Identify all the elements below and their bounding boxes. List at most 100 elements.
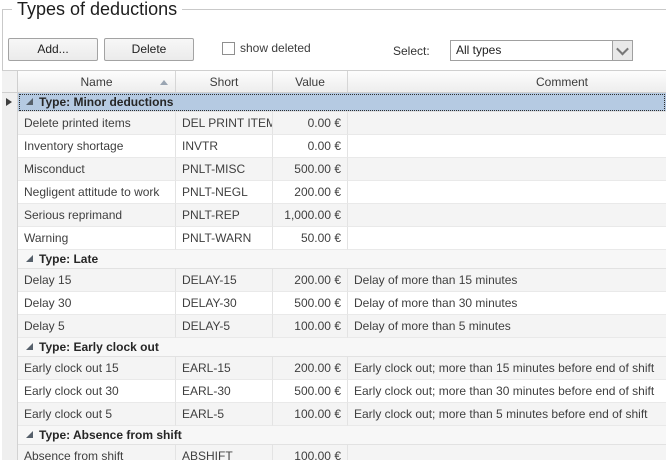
table-row[interactable]: WarningPNLT-WARN50.00 € [2,227,666,250]
column-header-value[interactable]: Value [273,71,348,92]
cell-short[interactable]: EARL-5 [176,403,273,426]
cell-short[interactable]: PNLT-NEGL [176,181,273,204]
add-button[interactable]: Add... [8,38,98,61]
cell-name[interactable]: Early clock out 5 [18,403,176,426]
cell-name[interactable]: Delay 5 [18,315,176,338]
cell-short[interactable]: DELAY-30 [176,292,273,315]
cell-value[interactable]: 100.00 € [273,445,348,460]
group-collapse-icon[interactable] [26,98,33,105]
cell-name[interactable]: Absence from shift [18,445,176,460]
group-row[interactable]: Type: Absence from shift [2,426,666,445]
cell-value[interactable]: 200.00 € [273,357,348,380]
row-indicator-cell [2,426,18,445]
delete-button[interactable]: Delete [104,38,194,61]
cell-short[interactable]: ABSHIFT [176,445,273,460]
cell-comment[interactable] [348,445,666,460]
cell-short[interactable]: INVTR [176,135,273,158]
page-title: Types of deductions [12,0,182,20]
group-label: Type: Early clock out [39,340,159,354]
row-indicator-cell [2,135,18,158]
combobox-dropdown-button[interactable] [612,41,632,60]
cell-name[interactable]: Misconduct [18,158,176,181]
row-indicator-cell [2,93,18,112]
group-collapse-icon[interactable] [26,255,33,262]
cell-value[interactable]: 200.00 € [273,269,348,292]
sort-ascending-icon [160,80,168,85]
table-row[interactable]: Delay 5DELAY-5100.00 €Delay of more than… [2,315,666,338]
group-row[interactable]: Type: Early clock out [2,338,666,357]
cell-comment[interactable] [348,227,666,250]
show-deleted-checkbox-group[interactable]: show deleted [222,41,311,55]
row-indicator-cell [2,380,18,403]
type-filter-combobox[interactable]: All types [450,40,633,61]
row-indicator-cell [2,204,18,227]
cell-comment[interactable]: Delay of more than 15 minutes [348,269,666,292]
table-row[interactable]: Early clock out 5EARL-5100.00 €Early clo… [2,403,666,426]
show-deleted-label: show deleted [240,41,311,55]
cell-value[interactable]: 50.00 € [273,227,348,250]
cell-short[interactable]: EARL-30 [176,380,273,403]
table-row[interactable]: Delay 15DELAY-15200.00 €Delay of more th… [2,269,666,292]
table-row[interactable]: Delay 30DELAY-30500.00 €Delay of more th… [2,292,666,315]
cell-comment[interactable]: Early clock out; more than 30 minutes be… [348,380,666,403]
cell-value[interactable]: 0.00 € [273,112,348,135]
cell-value[interactable]: 100.00 € [273,403,348,426]
cell-comment[interactable]: Early clock out; more than 5 minutes bef… [348,403,666,426]
cell-comment[interactable]: Early clock out; more than 15 minutes be… [348,357,666,380]
cell-comment[interactable] [348,158,666,181]
cell-comment[interactable] [348,135,666,158]
cell-name[interactable]: Negligent attitude to work [18,181,176,204]
table-row[interactable]: Serious reprimandPNLT-REP1,000.00 € [2,204,666,227]
table-row[interactable]: Absence from shiftABSHIFT100.00 € [2,445,666,460]
group-label: Type: Minor deductions [39,95,173,109]
deductions-grid: Name Short Value Comment Type: Minor ded… [2,70,666,460]
cell-short[interactable]: PNLT-REP [176,204,273,227]
cell-name[interactable]: Delay 30 [18,292,176,315]
cell-name[interactable]: Delay 15 [18,269,176,292]
cell-comment[interactable] [348,112,666,135]
row-indicator-cell [2,357,18,380]
group-row[interactable]: Type: Minor deductions [2,93,666,112]
type-filter-value: All types [451,41,612,60]
cell-value[interactable]: 200.00 € [273,181,348,204]
column-header-comment[interactable]: Comment [348,71,666,92]
cell-short[interactable]: DELAY-15 [176,269,273,292]
cell-short[interactable]: PNLT-WARN [176,227,273,250]
cell-value[interactable]: 500.00 € [273,380,348,403]
cell-name[interactable]: Serious reprimand [18,204,176,227]
cell-name[interactable]: Delete printed items [18,112,176,135]
column-header-name[interactable]: Name [18,71,176,92]
table-row[interactable]: MisconductPNLT-MISC500.00 € [2,158,666,181]
cell-value[interactable]: 100.00 € [273,315,348,338]
cell-value[interactable]: 500.00 € [273,292,348,315]
group-row[interactable]: Type: Late [2,250,666,269]
table-row[interactable]: Delete printed itemsDEL PRINT ITEM0.00 € [2,112,666,135]
cell-name[interactable]: Early clock out 15 [18,357,176,380]
show-deleted-checkbox[interactable] [222,42,235,55]
cell-name[interactable]: Early clock out 30 [18,380,176,403]
cell-comment[interactable]: Delay of more than 5 minutes [348,315,666,338]
table-row[interactable]: Early clock out 30EARL-30500.00 €Early c… [2,380,666,403]
cell-short[interactable]: PNLT-MISC [176,158,273,181]
cell-name[interactable]: Inventory shortage [18,135,176,158]
row-indicator-cell [2,227,18,250]
cell-short[interactable]: DEL PRINT ITEM [176,112,273,135]
table-row[interactable]: Inventory shortageINVTR0.00 € [2,135,666,158]
cell-short[interactable]: DELAY-5 [176,315,273,338]
cell-short[interactable]: EARL-15 [176,357,273,380]
cell-comment[interactable] [348,181,666,204]
cell-comment[interactable]: Delay of more than 30 minutes [348,292,666,315]
table-row[interactable]: Negligent attitude to workPNLT-NEGL200.0… [2,181,666,204]
cell-value[interactable]: 1,000.00 € [273,204,348,227]
table-row[interactable]: Early clock out 15EARL-15200.00 €Early c… [2,357,666,380]
row-indicator-cell [2,158,18,181]
cell-name[interactable]: Warning [18,227,176,250]
group-collapse-icon[interactable] [26,431,33,438]
cell-value[interactable]: 0.00 € [273,135,348,158]
chevron-down-icon [616,43,629,56]
row-indicator-cell [2,181,18,204]
column-header-short[interactable]: Short [176,71,273,92]
cell-comment[interactable] [348,204,666,227]
cell-value[interactable]: 500.00 € [273,158,348,181]
group-collapse-icon[interactable] [26,343,33,350]
